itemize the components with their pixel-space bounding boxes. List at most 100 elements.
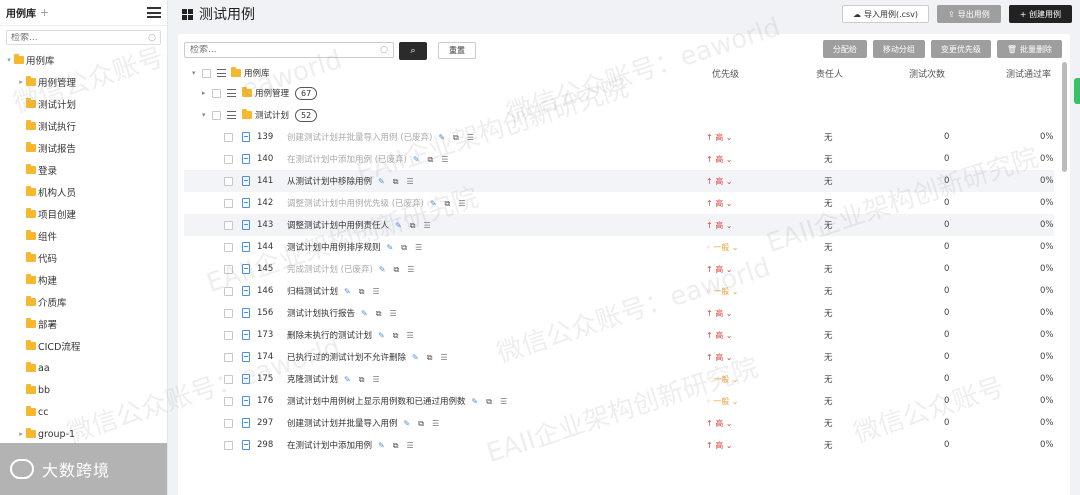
case-title-text[interactable]: 已执行过的测试计划不允许删除 — [287, 353, 406, 363]
batch-delete-button[interactable]: 🗑 批量删除 — [996, 40, 1062, 58]
sidebar-item[interactable]: bb — [0, 379, 167, 401]
priority-select[interactable]: ↑ 高 ⌄ — [706, 308, 733, 319]
case-checkbox[interactable] — [224, 220, 233, 230]
case-checkbox[interactable] — [224, 176, 233, 186]
edit-icon[interactable]: ✎ — [438, 133, 445, 142]
case-checkbox[interactable] — [224, 198, 233, 208]
group-checkbox[interactable] — [212, 88, 221, 98]
case-checkbox[interactable] — [224, 374, 233, 384]
case-checkbox[interactable] — [224, 132, 233, 142]
priority-select[interactable]: ↑ 高 ⌄ — [706, 220, 733, 231]
edit-icon[interactable]: ✎ — [378, 177, 385, 186]
edit-icon[interactable]: ✎ — [413, 155, 420, 164]
edit-icon[interactable]: ✎ — [404, 419, 411, 428]
case-title[interactable]: 从测试计划中移除用例 ✎ ⧉ ☰ — [287, 175, 414, 188]
list-more-icon[interactable]: ☰ — [389, 309, 396, 318]
case-search-input[interactable] — [190, 45, 381, 55]
case-row[interactable]: 140 在测试计划中添加用例 (已废弃) ✎ ⧉ ☰ ↑ 高 ⌄ 无 0 0% — [184, 148, 1054, 170]
priority-select[interactable]: ↑ 高 ⌄ — [706, 440, 733, 451]
case-checkbox[interactable] — [224, 330, 233, 340]
list-more-icon[interactable]: ☰ — [467, 133, 474, 142]
copy-icon[interactable]: ⧉ — [394, 265, 400, 275]
list-more-icon[interactable]: ☰ — [458, 199, 465, 208]
sidebar-item[interactable]: 测试执行 — [0, 115, 167, 137]
case-row[interactable]: 174 已执行过的测试计划不允许删除 ✎ ⧉ ☰ ↑ 高 ⌄ 无 0 0% — [184, 346, 1054, 368]
group-row[interactable]: ▸ 用例管理 67 — [184, 82, 1054, 104]
case-title-text[interactable]: 在测试计划中添加用例 (已废弃) — [287, 155, 407, 165]
sidebar-item[interactable]: 登录 — [0, 159, 167, 181]
group-row[interactable]: ▾ 测试计划 52 — [184, 104, 1054, 126]
case-row[interactable]: 144 测试计划中用例排序规则 ✎ ⧉ ☰ ◦ 一般 ⌄ 无 0 0% — [184, 236, 1054, 258]
copy-icon[interactable]: ⧉ — [410, 221, 416, 231]
owner-cell[interactable]: 无 — [824, 439, 833, 451]
case-row[interactable]: 146 归档测试计划 ✎ ⧉ ☰ ◦ 一般 ⌄ 无 0 0% — [184, 280, 1054, 302]
owner-cell[interactable]: 无 — [824, 395, 833, 407]
sidebar-item[interactable]: 构建 — [0, 269, 167, 291]
list-more-icon[interactable]: ☰ — [415, 243, 422, 252]
assign-button[interactable]: 分配给 — [822, 40, 867, 58]
case-row[interactable]: 175 克隆测试计划 ✎ ⧉ ☰ ◦ 一般 ⌄ 无 0 0% — [184, 368, 1054, 390]
priority-select[interactable]: ↑ 高 ⌄ — [706, 176, 733, 187]
chevron-down-icon[interactable]: ▾ — [4, 56, 14, 64]
list-more-icon[interactable]: ☰ — [372, 287, 379, 296]
case-title-text[interactable]: 测试计划中用例排序规则 — [287, 243, 381, 253]
copy-icon[interactable]: ⧉ — [393, 331, 399, 341]
tree-root-row[interactable]: ▾ 用例库 优先级 责任人 测试次数 测试通过率 — [184, 62, 1054, 84]
case-row[interactable]: 176 测试计划中用例树上显示用例数和已通过用例数 ✎ ⧉ ☰ ◦ 一般 ⌄ 无 0 0% — [184, 390, 1054, 412]
group-checkbox[interactable] — [212, 110, 221, 120]
priority-select[interactable]: ◦ 一般 ⌄ — [706, 242, 739, 253]
case-title[interactable]: 完成测试计划 (已废弃) ✎ ⧉ ☰ — [287, 263, 414, 276]
owner-cell[interactable]: 无 — [824, 351, 833, 363]
owner-cell[interactable]: 无 — [824, 263, 833, 275]
case-row[interactable]: 142 调整测试计划中用例优先级 (已废弃) ✎ ⧉ ☰ ↑ 高 ⌄ 无 0 0% — [184, 192, 1054, 214]
search-icon[interactable]: ○ — [148, 33, 156, 43]
priority-select[interactable]: ↑ 高 ⌄ — [706, 132, 733, 143]
owner-cell[interactable]: 无 — [824, 285, 833, 297]
reset-button[interactable]: 重置 — [438, 42, 476, 59]
copy-icon[interactable]: ⧉ — [445, 199, 451, 209]
case-title-text[interactable]: 测试计划中用例树上显示用例数和已通过用例数 — [287, 397, 466, 407]
case-checkbox[interactable] — [224, 264, 233, 274]
copy-icon[interactable]: ⧉ — [393, 177, 399, 187]
sidebar-item[interactable]: 机构人员 — [0, 181, 167, 203]
search-button[interactable]: ⌕ — [399, 42, 427, 60]
select-all-checkbox[interactable] — [202, 68, 211, 78]
chevron-right-icon[interactable]: ▸ — [202, 89, 206, 97]
owner-cell[interactable]: 无 — [824, 417, 833, 429]
case-title-text[interactable]: 创建测试计划并批量导入用例 (已废弃) — [287, 133, 432, 143]
priority-select[interactable]: ↑ 高 ⌄ — [706, 418, 733, 429]
edit-icon[interactable]: ✎ — [387, 243, 394, 252]
owner-cell[interactable]: 无 — [824, 329, 833, 341]
case-title-text[interactable]: 从测试计划中移除用例 — [287, 177, 372, 187]
chevron-down-icon[interactable]: ▾ — [202, 111, 206, 119]
list-more-icon[interactable]: ☰ — [407, 265, 414, 274]
list-more-icon[interactable]: ☰ — [440, 353, 447, 362]
case-title[interactable]: 归档测试计划 ✎ ⧉ ☰ — [287, 285, 380, 298]
chevron-right-icon[interactable]: ▸ — [16, 430, 26, 438]
copy-icon[interactable]: ⧉ — [376, 309, 382, 319]
case-title[interactable]: 测试计划中用例树上显示用例数和已通过用例数 ✎ ⧉ ☰ — [287, 395, 507, 408]
case-title[interactable]: 已执行过的测试计划不允许删除 ✎ ⧉ ☰ — [287, 351, 448, 364]
priority-select[interactable]: ↑ 高 ⌄ — [706, 154, 733, 165]
list-more-icon[interactable]: ☰ — [372, 375, 379, 384]
export-cases-button[interactable]: ⇪ 导出用例 — [937, 5, 1001, 23]
case-title-text[interactable]: 删除未执行的测试计划 — [287, 331, 372, 341]
priority-select[interactable]: ↑ 高 ⌄ — [706, 264, 733, 275]
case-title[interactable]: 测试计划中用例排序规则 ✎ ⧉ ☰ — [287, 241, 422, 254]
owner-cell[interactable]: 无 — [824, 241, 833, 253]
case-title[interactable]: 在测试计划中添加用例 ✎ ⧉ ☰ — [287, 439, 414, 452]
side-tab[interactable] — [1074, 78, 1080, 104]
sidebar-item[interactable]: ▸ group-1 — [0, 423, 167, 445]
edit-icon[interactable]: ✎ — [361, 309, 368, 318]
sidebar-item[interactable]: 测试计划 — [0, 93, 167, 115]
owner-cell[interactable]: 无 — [824, 153, 833, 165]
list-more-icon[interactable]: ☰ — [423, 221, 430, 230]
copy-icon[interactable]: ⧉ — [453, 133, 459, 143]
case-checkbox[interactable] — [224, 440, 233, 450]
sidebar-item[interactable]: 部署 — [0, 313, 167, 335]
create-case-button[interactable]: + 创建用例 — [1008, 5, 1072, 23]
case-checkbox[interactable] — [224, 418, 233, 428]
case-checkbox[interactable] — [224, 286, 233, 296]
case-title-text[interactable]: 调整测试计划中用例责任人 — [287, 221, 389, 231]
case-row[interactable]: 141 从测试计划中移除用例 ✎ ⧉ ☰ ↑ 高 ⌄ 无 0 0% — [184, 170, 1054, 192]
